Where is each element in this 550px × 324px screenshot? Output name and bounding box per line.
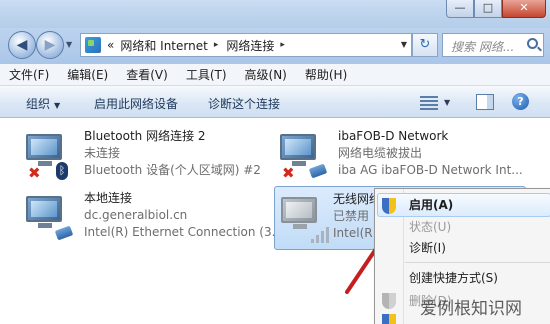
wireless-adapter-icon	[281, 193, 329, 243]
menu-edit[interactable]: 编辑(E)	[58, 66, 117, 83]
network-cable-icon	[308, 163, 328, 179]
close-button[interactable]: ✕	[502, 0, 546, 18]
menu-separator	[405, 262, 550, 263]
bluetooth-adapter-icon: ✖ ᛒ	[26, 130, 72, 182]
address-bar[interactable]: « 网络和 Internet ▸ 网络连接 ▸ ▼	[80, 33, 412, 57]
address-dropdown-icon[interactable]: ▼	[401, 40, 407, 49]
view-options-dropdown-icon[interactable]: ▼	[444, 98, 450, 107]
menu-item-enable[interactable]: 启用(A)	[409, 194, 453, 216]
network-connections-window: — □ ✕ ◀ ▶ ▼ « 网络和 Internet ▸ 网络连接 ▸ ▼ ↻ …	[0, 0, 550, 324]
connection-device: Bluetooth 设备(个人区域网) #2	[84, 163, 261, 177]
minimize-button[interactable]: —	[446, 0, 474, 18]
menu-bar: 文件(F) 编辑(E) 查看(V) 工具(T) 高级(N) 帮助(H)	[0, 64, 550, 86]
breadcrumb-network-internet[interactable]: 网络和 Internet	[120, 37, 207, 54]
diagnose-connection-button[interactable]: 诊断这个连接	[208, 95, 280, 112]
change-view-icon[interactable]	[420, 94, 438, 110]
menu-item-status[interactable]: 状态(U)	[409, 216, 451, 238]
connection-local[interactable]: 本地连接 dc.generalbiol.cn Intel(R) Ethernet…	[4, 186, 283, 250]
menu-view[interactable]: 查看(V)	[117, 66, 177, 83]
connection-status: 未连接	[84, 146, 121, 160]
signal-bars-icon	[311, 227, 329, 243]
search-icon	[527, 38, 538, 49]
menu-tools[interactable]: 工具(T)	[177, 66, 236, 83]
menu-help[interactable]: 帮助(H)	[296, 66, 356, 83]
disconnected-x-icon: ✖	[28, 164, 41, 182]
title-bar: — □ ✕	[0, 0, 550, 28]
menu-item-diagnose[interactable]: 诊断(I)	[409, 237, 446, 259]
menu-highlight	[377, 193, 550, 217]
watermark-text: 爱例根知识网	[420, 299, 522, 319]
breadcrumb-overflow[interactable]: «	[107, 38, 114, 52]
command-bar: 组织 ▼ 启用此网络设备 诊断这个连接 ▼ ?	[0, 86, 550, 118]
connection-name: ibaFOB-D Network	[338, 129, 449, 143]
disconnected-x-icon: ✖	[282, 164, 295, 182]
enable-device-button[interactable]: 启用此网络设备	[94, 95, 178, 112]
connection-status: 网络电缆被拔出	[338, 146, 423, 160]
menu-advanced[interactable]: 高级(N)	[236, 66, 296, 83]
breadcrumb-separator-icon[interactable]: ▸	[280, 40, 285, 50]
ethernet-adapter-icon	[26, 192, 74, 242]
connection-device: Intel(R) Ethernet Connection (3...	[84, 225, 284, 239]
organize-button[interactable]: 组织 ▼	[26, 95, 60, 112]
uac-shield-icon	[382, 314, 396, 324]
search-placeholder: 搜索 网络...	[451, 40, 515, 54]
help-icon[interactable]: ?	[512, 93, 529, 110]
uac-shield-icon	[382, 198, 396, 214]
uac-shield-icon	[382, 293, 396, 309]
connection-device: iba AG ibaFOB-D Network Int...	[338, 163, 523, 177]
network-folder-icon	[85, 37, 101, 53]
menu-item-create-shortcut[interactable]: 创建快捷方式(S)	[409, 267, 498, 289]
chevron-down-icon: ▼	[54, 101, 61, 110]
preview-pane-icon[interactable]	[476, 94, 494, 110]
recent-pages-dropdown[interactable]: ▼	[66, 40, 72, 49]
connection-name: Bluetooth 网络连接 2	[84, 129, 206, 143]
back-button[interactable]: ◀	[8, 31, 36, 59]
search-input[interactable]: 搜索 网络...	[442, 33, 544, 57]
network-cable-icon	[54, 225, 74, 241]
breadcrumb-separator-icon[interactable]: ▸	[214, 40, 219, 50]
bluetooth-icon: ᛒ	[56, 162, 68, 180]
address-row: ◀ ▶ ▼ « 网络和 Internet ▸ 网络连接 ▸ ▼ ↻ 搜索 网络.…	[0, 28, 550, 64]
forward-button[interactable]: ▶	[36, 31, 64, 59]
ethernet-adapter-icon: ✖	[280, 130, 328, 182]
refresh-button[interactable]: ↻	[412, 33, 438, 57]
connection-status: dc.generalbiol.cn	[84, 208, 188, 222]
organize-label: 组织	[26, 97, 51, 111]
connection-ibafob[interactable]: ✖ ibaFOB-D Network 网络电缆被拔出 iba AG ibaFOB…	[258, 124, 523, 188]
caption-buttons: — □ ✕	[446, 0, 546, 18]
connection-name: 本地连接	[84, 191, 133, 205]
maximize-button[interactable]: □	[474, 0, 502, 18]
connection-bluetooth[interactable]: ✖ ᛒ Bluetooth 网络连接 2 未连接 Bluetooth 设备(个人…	[4, 124, 264, 188]
breadcrumb-network-connections[interactable]: 网络连接	[226, 37, 274, 54]
menu-file[interactable]: 文件(F)	[0, 66, 58, 83]
